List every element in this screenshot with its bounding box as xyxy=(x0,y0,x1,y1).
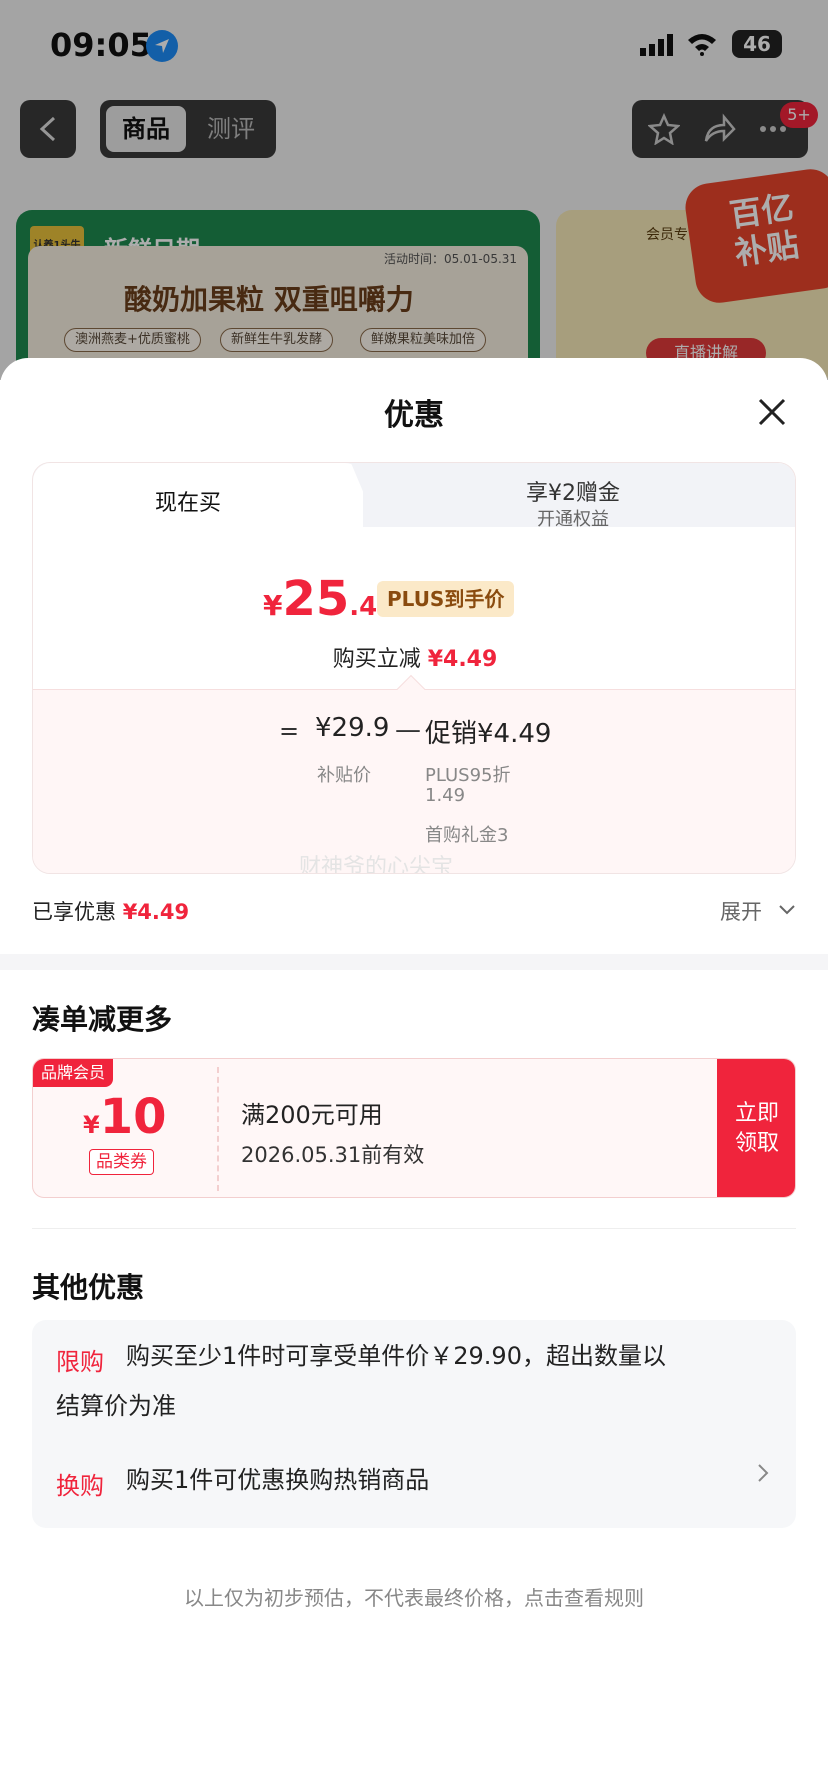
dim-overlay[interactable] xyxy=(0,0,828,380)
reduce-label: 购买立减 xyxy=(332,647,421,672)
exchange-tag: 换购 xyxy=(56,1472,104,1500)
coupon-card: 品牌会员 ¥10 品类券 满200元可用 2026.05.31前有效 立即领取 xyxy=(32,1058,796,1198)
limit-text: 购买至少1件时可享受单件价￥29.90，超出数量以 xyxy=(126,1342,666,1370)
page: 09:05 46 商品 测评 5+ 活动时间：05.01-05.31 酸奶加果粒… xyxy=(0,0,828,1792)
coupon-currency: ¥ xyxy=(83,1111,100,1139)
estimate-rules-link[interactable]: 以上仅为初步预估，不代表最终价格，点击查看规则 xyxy=(0,1582,828,1611)
enjoyed-discount: 已享优惠 ¥4.49 xyxy=(32,896,189,926)
reduce-amount: ¥4.49 xyxy=(427,647,498,672)
minus-sign: — xyxy=(395,715,421,745)
chevron-down-icon[interactable] xyxy=(778,900,796,918)
tab-gift[interactable]: 享¥2赠金 xyxy=(393,475,753,507)
coupon-amount: 10 xyxy=(99,1089,167,1145)
tab-buy-now[interactable]: 现在买 xyxy=(33,463,363,539)
limit-tag: 限购 xyxy=(56,1348,104,1376)
subsidy-price-label: 补贴价 xyxy=(317,765,371,786)
close-icon[interactable] xyxy=(754,394,790,430)
coupon-separator xyxy=(217,1067,219,1191)
subsidy-price: ¥29.9 xyxy=(315,713,390,743)
watermark: 财神爷的心尖宝 xyxy=(299,855,454,874)
coupon-expiry: 2026.05.31前有效 xyxy=(241,1143,425,1167)
section-divider-thin xyxy=(32,1228,796,1229)
product-page-background: 09:05 46 商品 测评 5+ 活动时间：05.01-05.31 酸奶加果粒… xyxy=(0,0,828,390)
coupon-type: 品类券 xyxy=(89,1149,154,1175)
enjoyed-label: 已享优惠 xyxy=(32,900,116,924)
section-divider xyxy=(0,954,828,970)
price-currency: ¥ xyxy=(263,589,283,622)
tab-buy-now-label: 现在买 xyxy=(154,491,221,516)
more-discount-title: 凑单减更多 xyxy=(32,1003,173,1036)
promo-detail-plus-amount: 1.49 xyxy=(425,785,466,806)
instant-reduce-row: 购买立减 ¥4.49 xyxy=(33,641,795,673)
sheet-title: 优惠 xyxy=(384,398,444,433)
price-card: 享¥2赠金 开通权益 现在买 ¥25.41 PLUS到手价 购买立减 ¥4.49… xyxy=(32,462,796,874)
promo-discount: 促销¥4.49 xyxy=(425,719,552,749)
other-discount-title: 其他优惠 xyxy=(32,1271,145,1304)
claim-coupon-label: 立即领取 xyxy=(734,1101,779,1156)
enjoyed-amount: ¥4.49 xyxy=(122,900,190,924)
limit-text-cont: 结算价为准 xyxy=(56,1392,176,1420)
promo-detail-plus: PLUS95折 xyxy=(425,765,511,786)
exchange-text: 购买1件可优惠换购热销商品 xyxy=(126,1466,430,1494)
claim-coupon-button[interactable]: 立即领取 xyxy=(717,1059,795,1197)
price-integer: 25 xyxy=(282,571,350,627)
equals-sign: = xyxy=(279,717,300,745)
discount-sheet: 优惠 享¥2赠金 开通权益 现在买 ¥25.41 PLUS到手价 购买立减 ¥4… xyxy=(0,358,828,1792)
expand-button[interactable]: 展开 xyxy=(720,896,762,926)
coupon-value: ¥10 xyxy=(83,1089,167,1145)
coupon-member-tag: 品牌会员 xyxy=(33,1059,114,1087)
coupon-condition: 满200元可用 xyxy=(241,1101,383,1129)
final-price: ¥25.41 xyxy=(263,571,395,627)
chevron-right-icon[interactable] xyxy=(756,1462,770,1484)
other-discount-box: 限购 购买至少1件时可享受单件价￥29.90，超出数量以 结算价为准 换购 购买… xyxy=(32,1320,796,1528)
plus-price-badge: PLUS到手价 xyxy=(377,581,515,617)
tab-gift-subtitle: 开通权益 xyxy=(537,509,609,530)
promo-detail-first-gift: 首购礼金3 xyxy=(425,825,509,846)
